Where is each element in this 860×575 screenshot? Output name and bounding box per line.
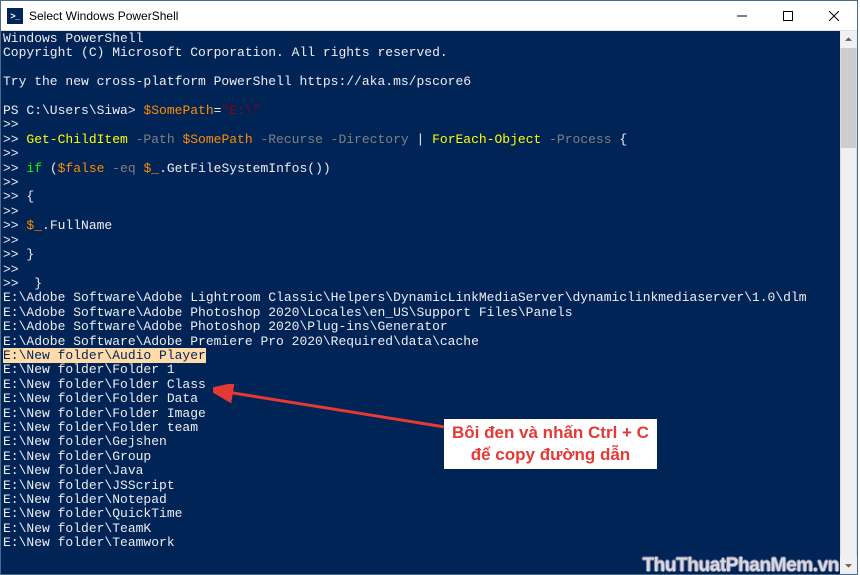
output-line: E:\Adobe Software\Adobe Photoshop 2020\P… (3, 320, 857, 334)
keyword: if (26, 161, 49, 176)
output-line-selected: E:\New folder\Audio Player (3, 349, 857, 363)
command-line: >> if ($false -eq $_.GetFileSystemInfos(… (3, 162, 857, 176)
watermark: ThuThuatPhanMem.vn (642, 559, 839, 573)
variable: $SomePath (143, 103, 213, 118)
banner-line: Copyright (C) Microsoft Corporation. All… (3, 46, 857, 60)
parameter: -Process (541, 132, 619, 147)
command-line: >> } (3, 277, 857, 291)
operator: -eq (104, 161, 143, 176)
output-line: E:\New folder\Teamwork (3, 536, 857, 550)
brace: } (19, 247, 35, 262)
continuation-line: >> (3, 234, 857, 248)
brace: { (619, 132, 627, 147)
output-line: E:\New folder\Gejshen (3, 435, 857, 449)
annotation-callout: Bôi đen và nhấn Ctrl + C để copy đường d… (444, 419, 657, 469)
cmdlet: ForEach-Object (432, 132, 541, 147)
pipe: | (416, 132, 432, 147)
variable: $false (58, 161, 105, 176)
command-line: >> $_.FullName (3, 219, 857, 233)
powershell-icon-glyph: >_ (10, 11, 19, 21)
continuation-line: >> (3, 118, 857, 132)
paren: ) (323, 161, 331, 176)
vertical-scrollbar[interactable] (840, 31, 857, 574)
output-line: E:\New folder\Folder Data (3, 392, 857, 406)
chevron-down-icon (845, 562, 852, 569)
continuation-prompt: >> (3, 189, 26, 204)
close-icon (829, 11, 839, 21)
titlebar[interactable]: >_ Select Windows PowerShell (1, 1, 857, 31)
variable: $_ (143, 161, 159, 176)
continuation-line: >> (3, 263, 857, 277)
output-line: E:\Adobe Software\Adobe Lightroom Classi… (3, 291, 857, 305)
output-line: E:\Adobe Software\Adobe Photoshop 2020\L… (3, 306, 857, 320)
output-line: E:\New folder\Folder team (3, 421, 857, 435)
parameter: -Path (128, 132, 183, 147)
scrollbar-thumb[interactable] (841, 48, 856, 148)
parameter: -Recurse -Directory (253, 132, 417, 147)
banner-line: Try the new cross-platform PowerShell ht… (3, 75, 857, 89)
maximize-icon (783, 11, 793, 21)
command-line: >> } (3, 248, 857, 262)
paren: ( (50, 161, 58, 176)
window-controls (719, 1, 857, 30)
output-line: E:\New folder\TeamK (3, 522, 857, 536)
minimize-button[interactable] (719, 1, 765, 30)
method-call: .GetFileSystemInfos() (159, 161, 323, 176)
command-line: >> Get-ChildItem -Path $SomePath -Recurs… (3, 133, 857, 147)
output-line: E:\New folder\Folder Image (3, 407, 857, 421)
maximize-button[interactable] (765, 1, 811, 30)
chevron-up-icon (845, 36, 852, 43)
variable: $SomePath (182, 132, 252, 147)
powershell-window: >_ Select Windows PowerShell Windows Pow… (0, 0, 858, 575)
scroll-down-button[interactable] (840, 557, 857, 574)
text-selection[interactable]: E:\New folder\Audio Player (3, 348, 206, 363)
scroll-up-button[interactable] (840, 31, 857, 48)
output-line: E:\New folder\Folder Class (3, 378, 857, 392)
brace: { (26, 189, 34, 204)
continuation-line: >> (3, 147, 857, 161)
scrollbar-track[interactable] (840, 48, 857, 557)
powershell-icon: >_ (7, 8, 23, 24)
continuation-prompt: >> (3, 218, 26, 233)
cmdlet: Get-ChildItem (26, 132, 127, 147)
minimize-icon (737, 11, 747, 21)
output-line: E:\New folder\Notepad (3, 493, 857, 507)
output-line: E:\New folder\QuickTime (3, 507, 857, 521)
variable: $_ (26, 218, 42, 233)
output-line: E:\Adobe Software\Adobe Premiere Pro 202… (3, 335, 857, 349)
continuation-line: >> (3, 205, 857, 219)
terminal-area[interactable]: Windows PowerShell Copyright (C) Microso… (1, 31, 857, 574)
continuation-prompt: >> (3, 276, 19, 291)
string-literal: "E:\" (221, 103, 260, 118)
property: .FullName (42, 218, 112, 233)
continuation-prompt: >> (3, 132, 26, 147)
output-line: E:\New folder\Folder 1 (3, 363, 857, 377)
continuation-prompt: >> (3, 161, 26, 176)
command-line: >> { (3, 190, 857, 204)
output-line: E:\New folder\Group (3, 450, 857, 464)
annotation-text: Bôi đen và nhấn Ctrl + C (452, 422, 649, 444)
blank-line (3, 90, 857, 104)
close-button[interactable] (811, 1, 857, 30)
command-line: PS C:\Users\Siwa> $SomePath="E:\" (3, 104, 857, 118)
banner-line: Windows PowerShell (3, 32, 857, 46)
continuation-line: >> (3, 176, 857, 190)
annotation-text: để copy đường dẫn (452, 444, 649, 466)
continuation-prompt: >> (3, 247, 19, 262)
window-title: Select Windows PowerShell (29, 9, 719, 23)
blank-line (3, 61, 857, 75)
brace: } (19, 276, 42, 291)
output-line: E:\New folder\Java (3, 464, 857, 478)
output-line: E:\New folder\JSScript (3, 479, 857, 493)
prompt: PS C:\Users\Siwa> (3, 103, 143, 118)
